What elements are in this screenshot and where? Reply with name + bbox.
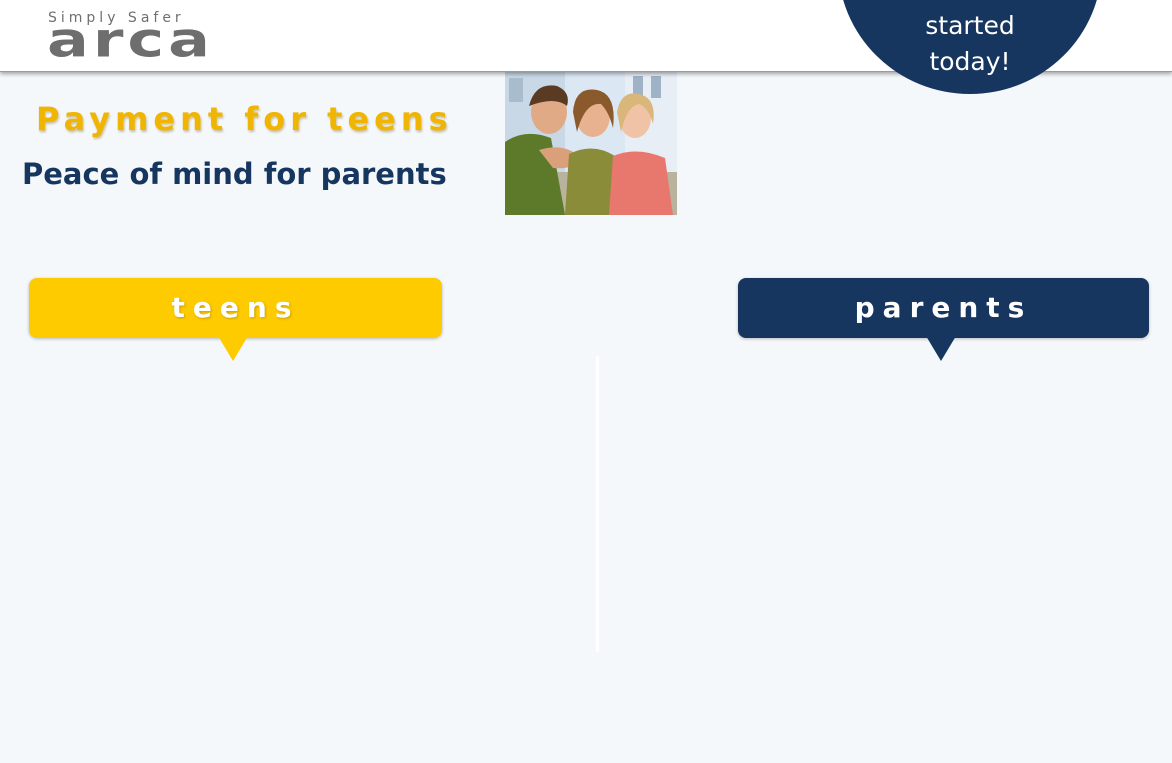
hero-subhead: Peace of mind for parents — [22, 157, 447, 191]
tab-parents[interactable]: parents — [738, 278, 1149, 361]
tab-teens[interactable]: teens — [29, 278, 442, 361]
logo-wordmark: arca — [47, 11, 215, 69]
tab-teens-label: teens — [171, 291, 300, 324]
get-started-label: Get started today! — [925, 0, 1015, 76]
teens-photo-illustration — [505, 72, 677, 215]
teens-photo — [505, 72, 677, 215]
get-started-button[interactable]: Get started today! — [838, 0, 1102, 94]
hero-headline: Payment for teens — [36, 100, 453, 138]
tab-parents-label: parents — [854, 291, 1033, 324]
column-divider — [596, 356, 599, 652]
tab-parents-pointer — [926, 336, 956, 361]
tab-teens-pointer — [218, 336, 248, 361]
